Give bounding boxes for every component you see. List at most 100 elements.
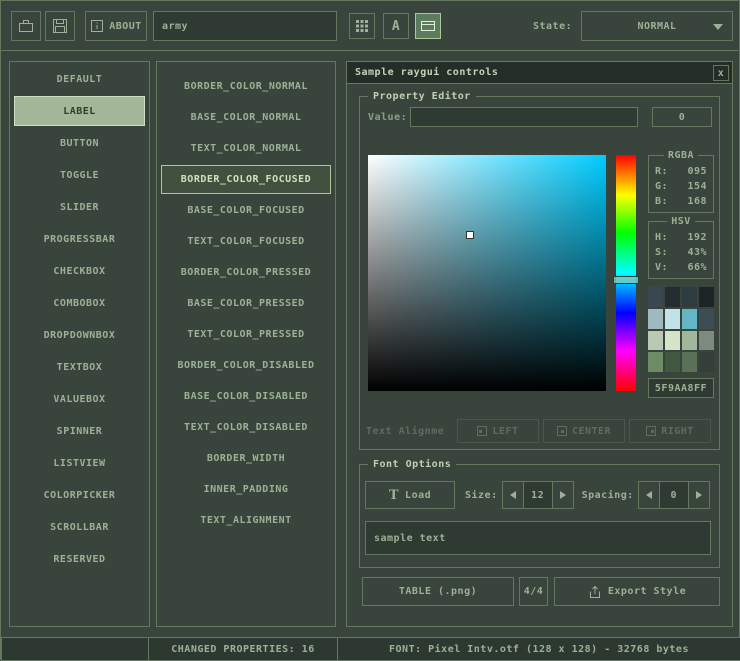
save-style-button[interactable] (45, 11, 75, 41)
control-item[interactable]: SPINNER (14, 416, 145, 446)
about-button[interactable]: ABOUT (85, 11, 147, 41)
property-item[interactable]: BASE_COLOR_PRESSED (161, 289, 331, 318)
hex-value-box[interactable]: 5F9AA8FF (648, 378, 714, 398)
window-panel-icon (420, 18, 436, 34)
property-item[interactable]: BASE_COLOR_DISABLED (161, 382, 331, 411)
size-value-box[interactable]: 12 (523, 481, 553, 509)
property-item[interactable]: BORDER_WIDTH (161, 444, 331, 473)
rguistyler-window: ABOUT A State: NORMAL (0, 0, 740, 660)
palette-swatch[interactable] (665, 331, 680, 351)
property-item[interactable]: TEXT_ALIGNMENT (161, 506, 331, 535)
value-input[interactable] (410, 107, 638, 127)
palette-swatch[interactable] (648, 352, 663, 372)
value-count-box[interactable]: 0 (652, 107, 712, 127)
property-item[interactable]: TEXT_COLOR_DISABLED (161, 413, 331, 442)
save-icon (52, 18, 68, 34)
letter-a-icon: A (392, 19, 400, 34)
value-hsv-label: V: (655, 260, 668, 275)
style-table-view-button[interactable] (349, 13, 375, 39)
info-icon (90, 19, 104, 33)
palette-swatch[interactable] (665, 287, 680, 307)
control-item[interactable]: DROPDOWNBOX (14, 320, 145, 350)
export-style-button[interactable]: Export Style (554, 577, 720, 606)
state-dropdown[interactable]: NORMAL (581, 11, 733, 41)
sample-text-box[interactable]: sample text (365, 521, 711, 555)
palette-swatch[interactable] (648, 331, 663, 351)
statusbar-empty-segment (1, 637, 149, 661)
font-view-button[interactable]: A (383, 13, 409, 39)
window-titlebar[interactable]: Sample raygui controls x (347, 62, 732, 84)
control-item[interactable]: TEXTBOX (14, 352, 145, 382)
control-item[interactable]: BUTTON (14, 128, 145, 158)
align-center-button[interactable]: CENTER (543, 419, 625, 443)
hue-bar[interactable] (616, 155, 636, 391)
sample-controls-window: Sample raygui controls x Property Editor… (346, 61, 733, 627)
palette-swatch[interactable] (665, 309, 680, 329)
property-item[interactable]: BORDER_COLOR_NORMAL (161, 72, 331, 101)
spacing-increment-button[interactable] (688, 481, 710, 509)
palette-swatch[interactable] (699, 352, 714, 372)
hue-slider[interactable] (613, 276, 639, 284)
export-format-dropdown[interactable]: TABLE (.png) (362, 577, 514, 606)
property-item[interactable]: BORDER_COLOR_PRESSED (161, 258, 331, 287)
size-decrement-button[interactable] (502, 481, 524, 509)
hsv-row-saturation: S: 43% (649, 245, 713, 260)
property-item[interactable]: TEXT_COLOR_NORMAL (161, 134, 331, 163)
palette-swatch[interactable] (682, 309, 697, 329)
style-name-input[interactable] (153, 11, 337, 41)
control-item[interactable]: RESERVED (14, 544, 145, 574)
control-item[interactable]: TOGGLE (14, 160, 145, 190)
spacing-value-box[interactable]: 0 (659, 481, 689, 509)
control-item[interactable]: SLIDER (14, 192, 145, 222)
load-font-button[interactable]: T Load (365, 481, 455, 509)
control-item[interactable]: COMBOBOX (14, 288, 145, 318)
close-button[interactable]: x (713, 65, 729, 81)
palette-swatch[interactable] (682, 331, 697, 351)
control-item[interactable]: LISTVIEW (14, 448, 145, 478)
pages-value-box[interactable]: 4/4 (519, 577, 548, 606)
control-item[interactable]: DEFAULT (14, 64, 145, 94)
palette-swatch[interactable] (699, 309, 714, 329)
properties-list-panel: BORDER_COLOR_NORMAL BASE_COLOR_NORMAL TE… (156, 61, 336, 627)
color-picker-cursor (466, 231, 474, 239)
arrow-right-icon (560, 491, 566, 499)
sample-text: sample text (374, 533, 446, 544)
property-item[interactable]: BORDER_COLOR_DISABLED (161, 351, 331, 380)
align-right-button[interactable]: RIGHT (629, 419, 711, 443)
align-center-label: CENTER (572, 426, 611, 437)
hue-label: H: (655, 230, 668, 245)
control-item[interactable]: SCROLLBAR (14, 512, 145, 542)
color-saturation-panel[interactable] (368, 155, 606, 391)
property-item[interactable]: INNER_PADDING (161, 475, 331, 504)
controls-view-button[interactable] (415, 13, 441, 39)
controls-list-panel: DEFAULT LABEL BUTTON TOGGLE SLIDER PROGR… (9, 61, 150, 627)
changed-properties-status: CHANGED PROPERTIES: 16 (148, 637, 338, 661)
green-label: G: (655, 179, 668, 194)
palette-swatch[interactable] (648, 309, 663, 329)
property-item[interactable]: TEXT_COLOR_PRESSED (161, 320, 331, 349)
palette-swatch[interactable] (682, 287, 697, 307)
palette-swatch[interactable] (665, 352, 680, 372)
property-item[interactable]: BASE_COLOR_FOCUSED (161, 196, 331, 225)
saturation-value: 43% (687, 245, 707, 260)
spacing-decrement-button[interactable] (638, 481, 660, 509)
control-item[interactable]: PROGRESSBAR (14, 224, 145, 254)
palette-swatch[interactable] (648, 287, 663, 307)
size-increment-button[interactable] (552, 481, 574, 509)
text-alignment-label: Text Alignme (366, 426, 456, 437)
property-item[interactable]: TEXT_COLOR_FOCUSED (161, 227, 331, 256)
palette-swatch[interactable] (699, 331, 714, 351)
control-item[interactable]: VALUEBOX (14, 384, 145, 414)
align-left-button[interactable]: LEFT (457, 419, 539, 443)
new-style-button[interactable] (11, 11, 41, 41)
control-item[interactable]: LABEL (14, 96, 145, 126)
font-options-row: T Load Size: 12 Spacing: 0 (365, 481, 710, 509)
control-item[interactable]: CHECKBOX (14, 256, 145, 286)
property-item[interactable]: BORDER_COLOR_FOCUSED (161, 165, 331, 194)
property-item[interactable]: BASE_COLOR_NORMAL (161, 103, 331, 132)
control-item[interactable]: COLORPICKER (14, 480, 145, 510)
value-label: Value: (368, 112, 407, 123)
palette-swatch[interactable] (682, 352, 697, 372)
palette-swatch[interactable] (699, 287, 714, 307)
property-editor-group: Property Editor Value: 0 RGBA R: 095 G: … (359, 96, 720, 450)
